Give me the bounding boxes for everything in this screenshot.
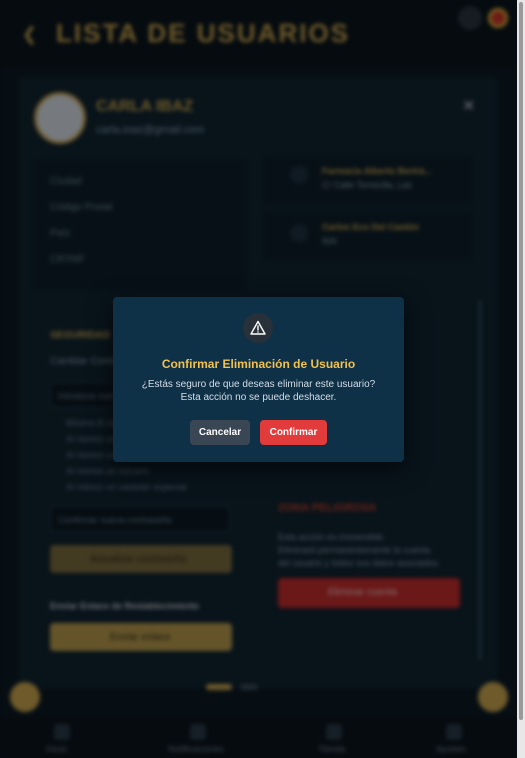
- page-scrollbar-thumb[interactable]: [519, 2, 523, 720]
- confirm-button[interactable]: Confirmar: [260, 420, 327, 445]
- cancel-button[interactable]: Cancelar: [190, 420, 250, 445]
- warning-triangle-icon: [243, 313, 273, 343]
- delete-user-confirm-dialog: Confirmar Eliminación de Usuario ¿Estás …: [113, 297, 404, 462]
- dialog-title: Confirmar Eliminación de Usuario: [161, 357, 356, 371]
- dialog-message: ¿Estás seguro de que deseas eliminar est…: [141, 379, 376, 403]
